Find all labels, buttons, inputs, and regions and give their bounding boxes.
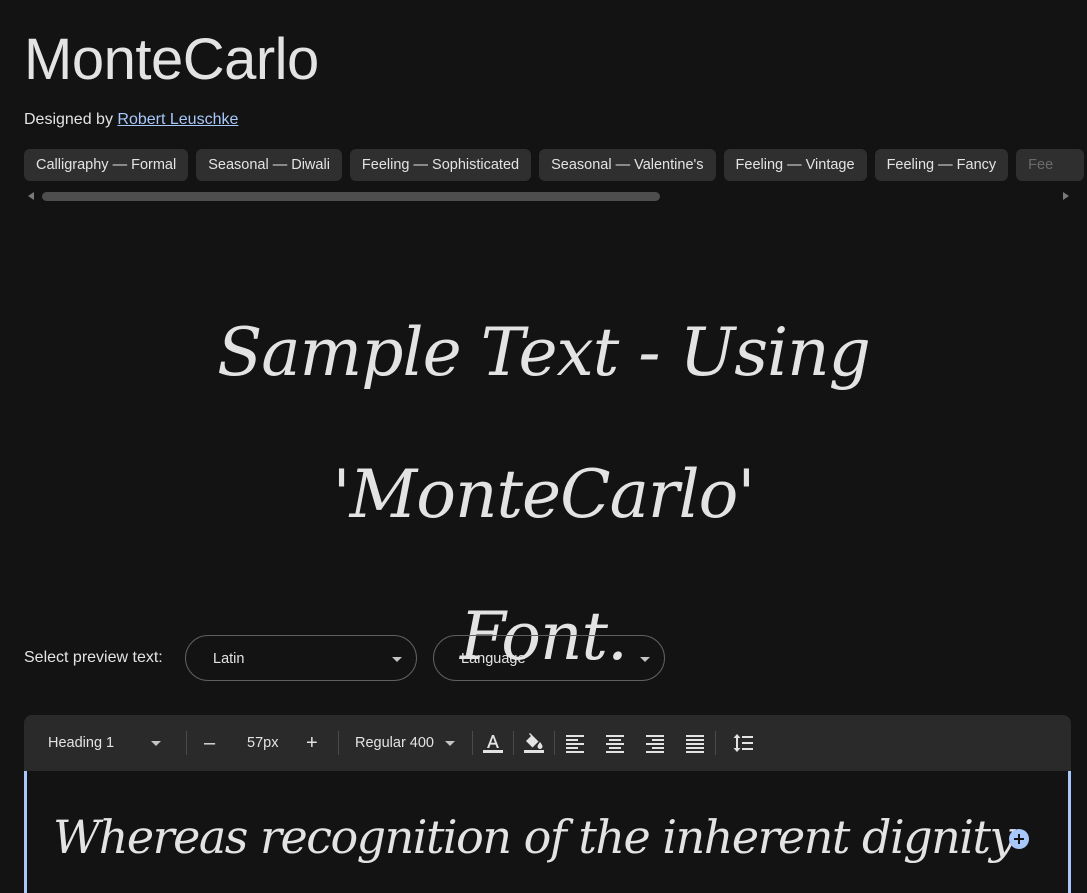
editor-text[interactable]: Whereas recognition of the inherent dign… [53, 809, 1015, 865]
toolbar-divider [472, 731, 473, 755]
scroll-right-arrow-icon[interactable] [1063, 192, 1069, 200]
align-right-icon[interactable] [643, 731, 667, 755]
align-left-icon[interactable] [563, 731, 587, 755]
add-circle-icon[interactable] [1009, 829, 1029, 849]
chevron-down-icon [640, 657, 650, 662]
tag-partial[interactable]: Fee [1016, 149, 1085, 181]
designer-link[interactable]: Robert Leuschke [117, 111, 238, 128]
scroll-left-arrow-icon[interactable] [28, 192, 34, 200]
decrease-size-button[interactable]: – [204, 715, 215, 771]
increase-size-button[interactable]: + [306, 715, 318, 771]
scroll-thumb[interactable] [42, 192, 660, 201]
highlight-color-icon[interactable] [522, 731, 546, 755]
font-weight-value: Regular 400 [355, 735, 434, 751]
tag-seasonal-diwali[interactable]: Seasonal — Diwali [196, 149, 342, 181]
preview-text-select-value: Latin [213, 651, 245, 667]
font-title: MonteCarlo [24, 27, 319, 92]
preview-text-label: Select preview text: [24, 649, 163, 666]
language-select[interactable]: Language [433, 635, 665, 681]
align-justify-icon[interactable] [683, 731, 707, 755]
chevron-down-icon [392, 657, 402, 662]
tag-seasonal-valentines[interactable]: Seasonal — Valentine's [539, 149, 716, 181]
toolbar-divider [513, 731, 514, 755]
toolbar-divider [554, 731, 555, 755]
chevron-down-icon[interactable] [151, 741, 161, 746]
text-style-select[interactable]: Heading 1 [48, 715, 114, 771]
tag-scrollbar[interactable] [24, 189, 1071, 203]
tag-feeling-vintage[interactable]: Feeling — Vintage [723, 149, 867, 181]
chevron-down-icon[interactable] [445, 741, 455, 746]
preview-editor[interactable]: Whereas recognition of the inherent dign… [24, 771, 1071, 893]
toolbar-divider [186, 731, 187, 755]
font-weight-select[interactable]: Regular 400 [355, 715, 434, 771]
font-size-value[interactable]: 57px [247, 715, 278, 771]
text-color-icon[interactable] [481, 731, 505, 755]
font-specimen-page: MonteCarlo Designed by Robert Leuschke C… [0, 0, 1087, 893]
tag-calligraphy-formal[interactable]: Calligraphy — Formal [24, 149, 189, 181]
toolbar-divider [715, 731, 716, 755]
tag-feeling-sophisticated[interactable]: Feeling — Sophisticated [349, 149, 532, 181]
align-center-icon[interactable] [603, 731, 627, 755]
preview-text-select[interactable]: Latin [185, 635, 417, 681]
hero-line-1: Sample Text - Using 'MonteCarlo' [217, 314, 871, 533]
text-style-value: Heading 1 [48, 735, 115, 751]
editor-toolbar: Heading 1 – 57px + Regular 400 [24, 715, 1071, 771]
toolbar-divider [338, 731, 339, 755]
designer-line: Designed by Robert Leuschke [24, 111, 238, 129]
language-select-value: Language [461, 651, 526, 667]
tag-list: Calligraphy — Formal Seasonal — Diwali F… [24, 149, 1087, 182]
line-height-icon[interactable] [731, 731, 755, 755]
tag-feeling-fancy[interactable]: Feeling — Fancy [874, 149, 1009, 181]
designed-by-label: Designed by [24, 111, 113, 128]
